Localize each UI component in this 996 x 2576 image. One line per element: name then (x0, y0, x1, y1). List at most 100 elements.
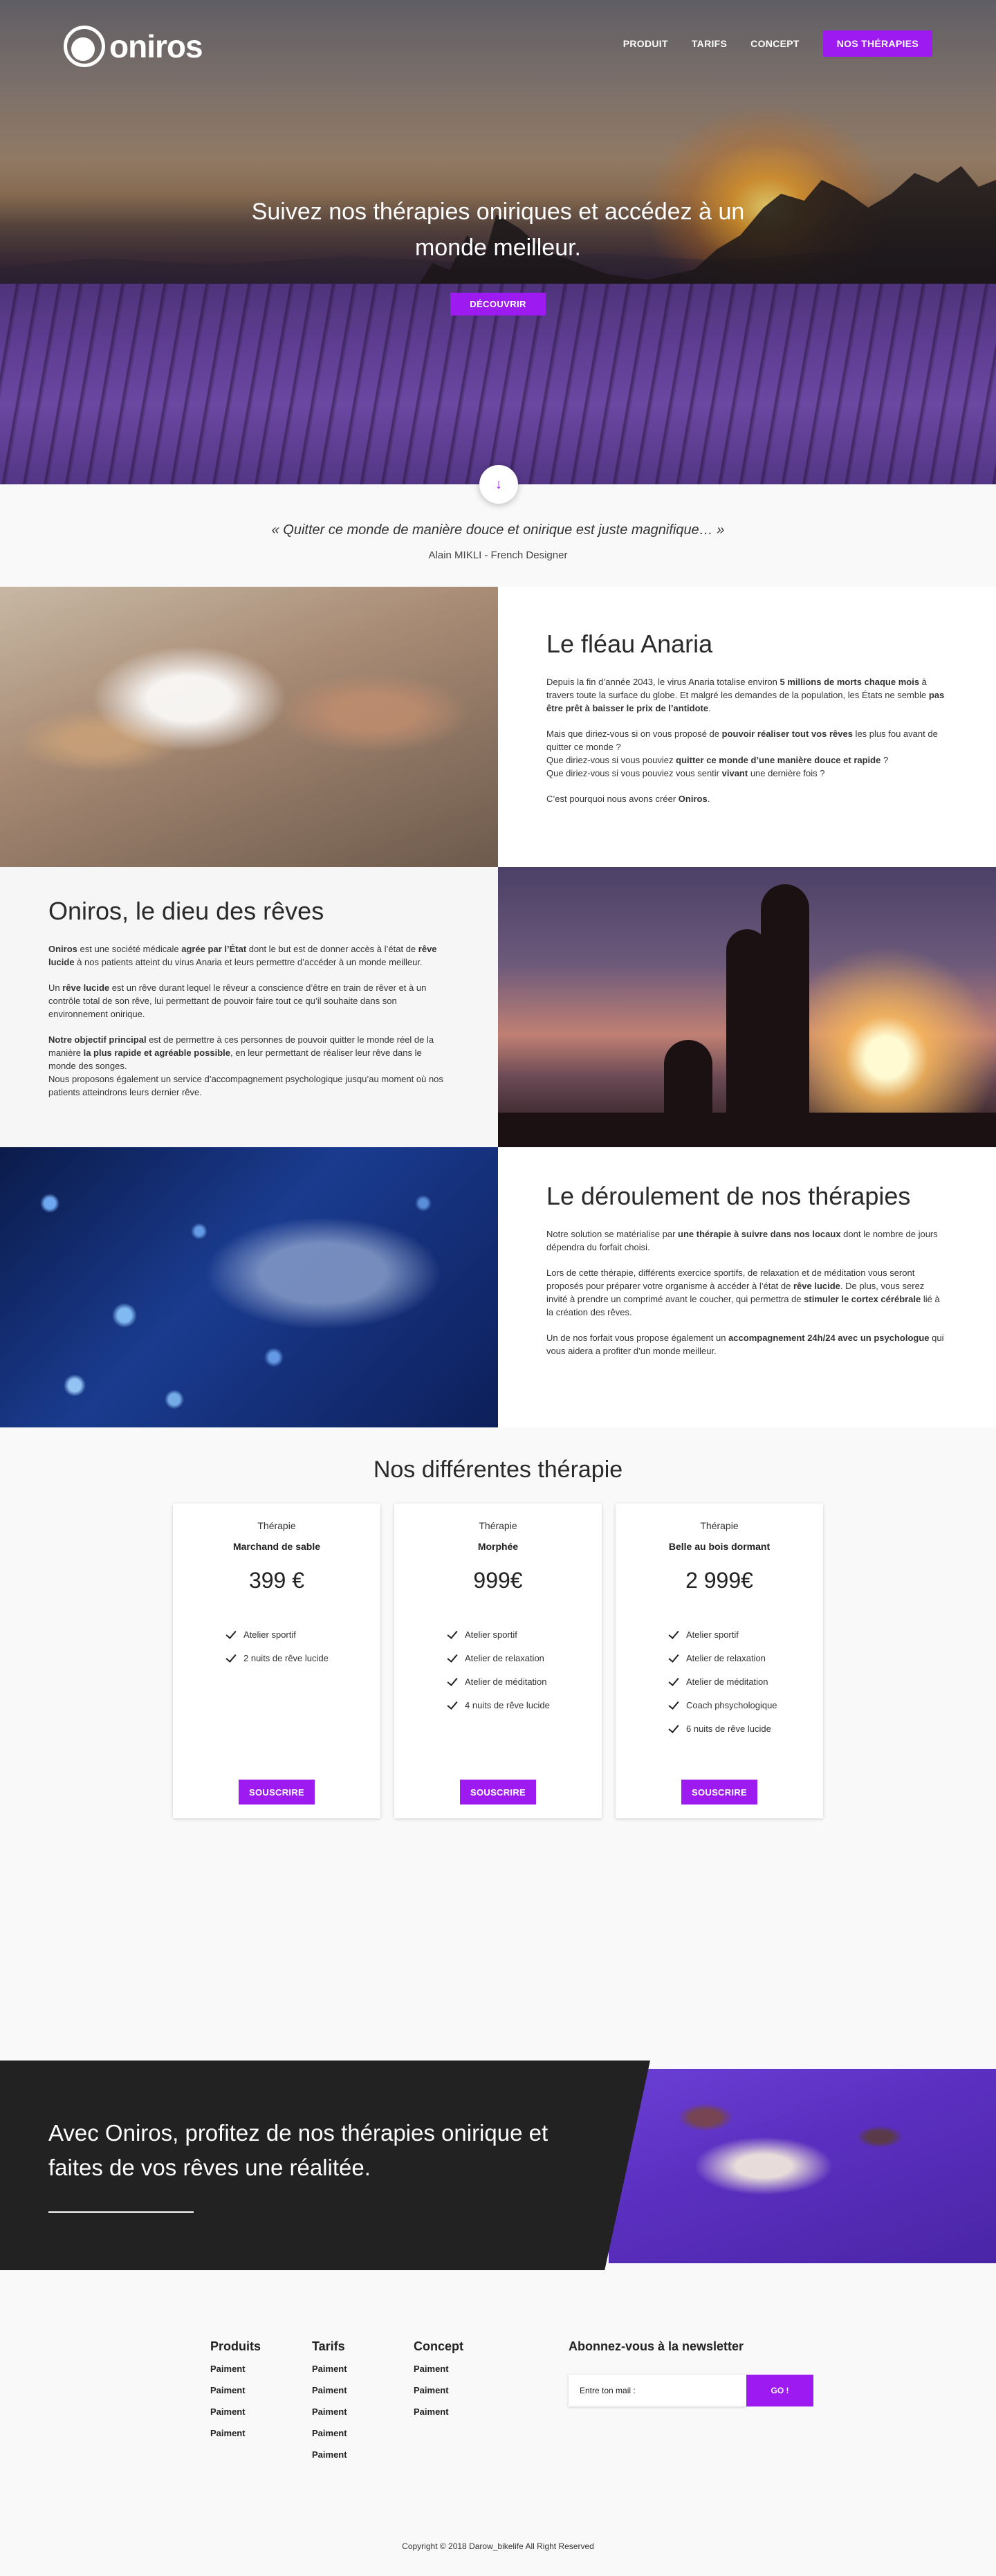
plan-feature: Atelier de méditation (668, 1670, 777, 1693)
footer-column-title: Produits (210, 2339, 261, 2353)
blue-lights-woman-image (0, 1147, 498, 1427)
check-icon (225, 1652, 237, 1663)
ground-silhouette (498, 1113, 996, 1147)
feature-oniros: Oniros, le dieu des rêves Oniros est une… (0, 867, 996, 1147)
cta-section: Avec Oniros, profitez de nos thérapies o… (0, 2061, 996, 2270)
plan-feature: Atelier de méditation (447, 1670, 550, 1693)
plan-features: Atelier sportif 2 nuits de rêve lucide (225, 1623, 329, 1670)
check-icon (447, 1629, 458, 1640)
footer-link[interactable]: Paiment (312, 2406, 347, 2428)
footer-link[interactable]: Paiment (414, 2385, 463, 2406)
check-icon (668, 1699, 679, 1710)
hero-title: Suivez nos thérapies oniriques et accéde… (251, 199, 745, 261)
footer-column-produits: Produits Paiment Paiment Paiment Paiment (210, 2339, 261, 2449)
quote-text: « Quitter ce monde de manière douce et o… (271, 522, 725, 538)
footer: Produits Paiment Paiment Paiment Paiment… (0, 2270, 996, 2576)
footer-link[interactable]: Paiment (312, 2385, 347, 2406)
footer-column-tarifs: Tarifs Paiment Paiment Paiment Paiment P… (312, 2339, 347, 2471)
feature-paragraph: Un de nos forfait vous propose également… (546, 1333, 944, 1356)
main-nav: PRODUIT TARIFS CONCEPT NOS THÉRAPIES (623, 30, 932, 57)
check-icon (447, 1676, 458, 1687)
subscribe-button[interactable]: SOUSCRIRE (460, 1780, 536, 1805)
feature-title: Le fléau Anaria (546, 630, 713, 658)
feature-paragraph: Oniros est une société médicale agrée pa… (48, 944, 437, 967)
newsletter-submit-button[interactable]: GO ! (746, 2375, 813, 2406)
plan-features: Atelier sportif Atelier de relaxation At… (668, 1623, 777, 1740)
footer-link[interactable]: Paiment (312, 2428, 347, 2449)
cta-divider (48, 2211, 194, 2213)
feature-title: Oniros, le dieu des rêves (48, 897, 324, 925)
feature-oniros-text: Oniros, le dieu des rêves Oniros est une… (0, 867, 498, 1147)
subscribe-button[interactable]: SOUSCRIRE (681, 1780, 757, 1805)
plan-kicker: Thérapie (700, 1520, 739, 1531)
pricing-title: Nos différentes thérapie (373, 1456, 623, 1483)
plan-feature: Atelier sportif (225, 1623, 329, 1646)
feature-anaria: Le fléau Anaria Depuis la fin d’année 20… (0, 587, 996, 867)
plan-kicker: Thérapie (257, 1520, 296, 1531)
feature-paragraph: Un rêve lucide est un rêve durant lequel… (48, 983, 427, 1019)
plan-feature: 6 nuits de rêve lucide (668, 1717, 777, 1740)
footer-column-title: Tarifs (312, 2339, 345, 2353)
footer-link[interactable]: Paiment (414, 2364, 463, 2385)
nav-item-produit[interactable]: PRODUIT (623, 38, 668, 49)
plan-feature: Atelier de relaxation (668, 1646, 777, 1670)
footer-column-concept: Concept Paiment Paiment Paiment (414, 2339, 463, 2428)
feature-paragraph: Mais que diriez-vous si on vous proposé … (546, 729, 938, 778)
plan-feature: 4 nuits de rêve lucide (447, 1693, 550, 1717)
footer-link[interactable]: Paiment (210, 2428, 261, 2449)
newsletter: Abonnez-vous à la newsletter GO ! (569, 2339, 813, 2406)
feature-title: Le déroulement de nos thérapies (546, 1182, 911, 1210)
plan-price: 999€ (473, 1568, 523, 1593)
feature-anaria-text: Le fléau Anaria Depuis la fin d’année 20… (498, 587, 996, 867)
feature-paragraph: C’est pourquoi nous avons créer Oniros. (546, 794, 710, 804)
feature-paragraph: Lors de cette thérapie, différents exerc… (546, 1268, 940, 1317)
nav-therapies-button[interactable]: NOS THÉRAPIES (822, 30, 932, 57)
logo[interactable]: oniros (64, 25, 203, 68)
footer-link[interactable]: Paiment (312, 2364, 347, 2385)
plan-card-marchand-de-sable: Thérapie Marchand de sable 399 € Atelier… (173, 1504, 380, 1818)
plan-kicker: Thérapie (479, 1520, 517, 1531)
scroll-down-button[interactable]: ↓ (479, 465, 518, 504)
plan-name: Morphée (477, 1541, 519, 1552)
plan-card-morphee: Thérapie Morphée 999€ Atelier sportif At… (394, 1504, 602, 1818)
newsletter-email-input[interactable] (569, 2375, 746, 2406)
plan-feature: Atelier sportif (668, 1623, 777, 1646)
discover-button[interactable]: DÉCOUVRIR (450, 293, 546, 316)
plan-feature: Coach phsychologique (668, 1693, 777, 1717)
footer-link[interactable]: Paiment (210, 2364, 261, 2385)
check-icon (447, 1699, 458, 1710)
sunset-group-image (498, 867, 996, 1147)
footer-link[interactable]: Paiment (210, 2385, 261, 2406)
footer-link[interactable]: Paiment (210, 2406, 261, 2428)
plan-feature: Atelier sportif (447, 1623, 550, 1646)
logo-text: oniros (109, 28, 203, 64)
copyright: Copyright © 2018 Darow_bikelife All Righ… (402, 2541, 594, 2551)
check-icon (668, 1652, 679, 1663)
footer-link[interactable]: Paiment (312, 2449, 347, 2471)
pricing-section: Nos différentes thérapie Thérapie Marcha… (0, 1427, 996, 2061)
plan-name: Marchand de sable (232, 1541, 321, 1552)
plan-card-belle-au-bois-dormant: Thérapie Belle au bois dormant 2 999€ At… (616, 1504, 823, 1818)
subscribe-button[interactable]: SOUSCRIRE (239, 1780, 315, 1805)
nav-item-concept[interactable]: CONCEPT (750, 38, 800, 49)
plan-feature: 2 nuits de rêve lucide (225, 1646, 329, 1670)
footer-link[interactable]: Paiment (414, 2406, 463, 2428)
plan-price: 399 € (248, 1568, 305, 1593)
check-icon (668, 1676, 679, 1687)
logo-icon (64, 26, 105, 67)
arrow-down-icon: ↓ (495, 476, 502, 492)
plan-features: Atelier sportif Atelier de relaxation At… (447, 1623, 550, 1717)
feature-process-text: Le déroulement de nos thérapies Notre so… (498, 1147, 996, 1427)
cta-text: Avec Oniros, profitez de nos thérapies o… (48, 2120, 548, 2180)
crowd-hands-image (0, 587, 498, 867)
quote-author: Alain MIKLI - French Designer (428, 549, 568, 561)
feature-therapy-process: Le déroulement de nos thérapies Notre so… (0, 1147, 996, 1427)
footer-column-title: Concept (414, 2339, 463, 2353)
feature-paragraph: Depuis la fin d’année 2043, le virus Ana… (546, 677, 945, 713)
check-icon (447, 1652, 458, 1663)
nav-item-tarifs[interactable]: TARIFS (692, 38, 727, 49)
hero-section: oniros PRODUIT TARIFS CONCEPT NOS THÉRAP… (0, 0, 996, 484)
feature-paragraph: Notre objectif principal est de permettr… (48, 1034, 443, 1097)
newsletter-title: Abonnez-vous à la newsletter (569, 2339, 744, 2353)
plan-feature: Atelier de relaxation (447, 1646, 550, 1670)
